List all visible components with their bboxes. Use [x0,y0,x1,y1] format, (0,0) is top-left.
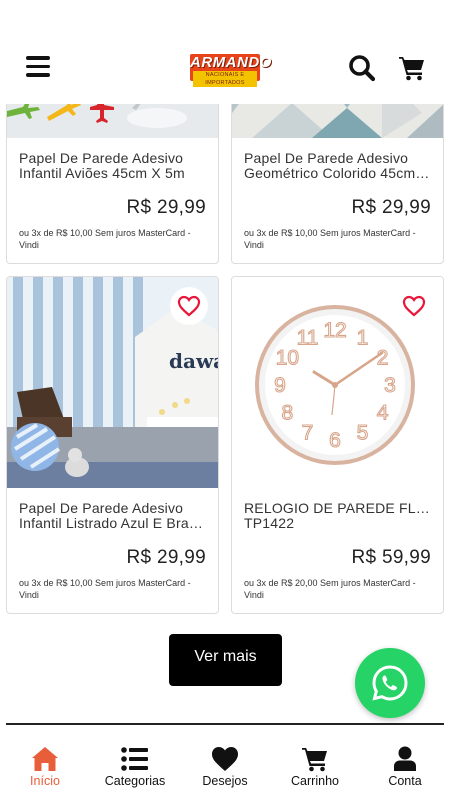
clock-numeral: 12 [323,319,346,342]
product-price: R$ 29,99 [126,197,206,218]
product-price: R$ 59,99 [351,547,431,568]
clock-numeral: 8 [282,402,294,425]
installment-info: ou 3x de R$ 10,00 Sem juros MasterCard -… [244,228,416,250]
app-header: ARMANDO NACIONAIS E IMPORTADOS [0,0,450,104]
installment-info: ou 3x de R$ 10,00 Sem juros MasterCard -… [19,228,191,250]
nav-item-categories[interactable]: Categorias [90,738,180,800]
installment-info: ou 3x de R$ 20,00 Sem juros MasterCard -… [244,578,416,600]
header-cart-button[interactable] [398,55,426,81]
clock-numeral: 3 [384,374,396,397]
nav-label: Conta [388,774,422,788]
product-name[interactable]: Papel De Parede Adesivo Infantil Listrad… [19,501,206,531]
bottom-navigation: Início Categorias Desejos Carrinho Conta [0,738,450,800]
wishlist-heart-button[interactable] [395,287,433,325]
clock-numeral: 7 [302,422,314,445]
search-icon [349,55,376,82]
heart-outline-icon [402,295,426,317]
clock-numeral: 2 [377,347,389,370]
nav-divider [6,723,444,725]
product-name[interactable]: Papel De Parede Adesivo Infantil Aviões … [19,151,206,181]
menu-bar [26,64,50,68]
product-price: R$ 29,99 [351,197,431,218]
list-icon [121,747,148,771]
nav-label: Carrinho [291,774,339,788]
cart-icon [302,748,327,772]
clock-numeral: 11 [297,326,319,349]
heart-icon [212,747,238,771]
nav-label: Desejos [202,774,248,788]
installment-info: ou 3x de R$ 10,00 Sem juros MasterCard -… [19,578,191,600]
clock-numeral: 6 [329,429,341,452]
product-image[interactable]: 12 1 2 3 4 5 6 7 8 9 10 11 [232,277,443,488]
product-name[interactable]: Papel De Parede Adesivo Geométrico Color… [244,151,431,181]
product-name[interactable]: RELOGIO DE PAREDE FLOW TP1422 [244,501,431,531]
heart-outline-icon [177,295,201,317]
hamburger-menu-button[interactable] [26,56,50,78]
product-image[interactable]: dawa [7,277,218,488]
nav-label: Categorias [104,774,166,788]
whatsapp-icon [372,665,408,701]
nav-label: Início [30,774,60,788]
logo-tagline: NACIONAIS E IMPORTADOS [193,71,257,87]
nav-item-cart[interactable]: Carrinho [270,738,360,800]
cart-icon [399,57,424,81]
product-price: R$ 29,99 [126,547,206,568]
clock-numeral: 10 [276,347,299,370]
product-image-text: dawa [169,349,218,373]
menu-bar [26,73,50,77]
menu-bar [26,56,50,60]
clock-numeral: 5 [357,422,369,445]
nav-item-home[interactable]: Início [0,738,90,800]
store-logo[interactable]: ARMANDO NACIONAIS E IMPORTADOS [190,54,272,87]
nav-item-wishlist[interactable]: Desejos [180,738,270,800]
load-more-button[interactable]: Ver mais [169,634,282,686]
clock-numeral: 9 [274,374,286,397]
clock-numeral: 1 [357,326,369,349]
user-icon [394,746,416,771]
wishlist-heart-button[interactable] [170,287,208,325]
product-card[interactable]: dawa Papel De Parede Adesivo Infantil Li… [6,276,219,614]
home-icon [32,747,58,771]
nav-item-account[interactable]: Conta [360,738,450,800]
clock-numeral: 4 [377,402,389,425]
product-card[interactable]: 12 1 2 3 4 5 6 7 8 9 10 11 RELOGIO DE PAREDE FLOW T… [231,276,444,614]
logo-brand: ARMANDO [190,54,272,71]
search-button[interactable] [348,54,376,82]
whatsapp-chat-button[interactable] [355,648,425,718]
